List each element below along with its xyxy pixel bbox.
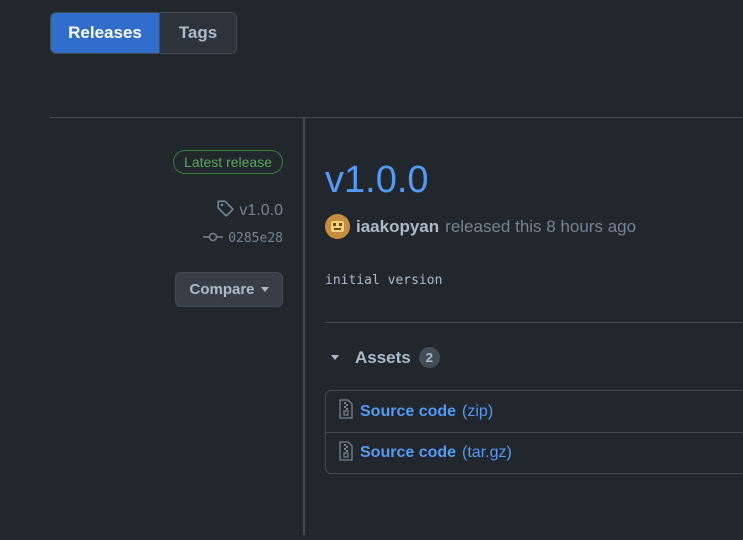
asset-list: Source code (zip) Source code (tar.gz) [325,390,743,474]
chevron-down-icon [260,287,269,292]
tab-tags[interactable]: Tags [159,13,236,53]
assets-toggle[interactable]: Assets 2 [325,345,440,370]
release-notes: initial version [325,273,443,288]
latest-release-label: Latest release [184,154,272,170]
latest-release-badge: Latest release [173,150,283,174]
assets-count-badge: 2 [418,347,440,368]
releases-tags-toggle: Releases Tags [50,12,237,54]
tag-link[interactable]: v1.0.0 [215,198,283,223]
file-zip-icon [338,440,354,466]
asset-source-targz[interactable]: Source code (tar.gz) [326,432,743,473]
commit-link[interactable]: 0285e28 [203,231,283,246]
asset-ext: (tar.gz) [462,444,512,461]
author-name[interactable]: iaakopyan [356,217,439,237]
tag-icon [215,198,235,223]
assets-divider [325,322,743,323]
released-timestamp: released this 8 hours ago [445,216,637,236]
asset-name: Source code [360,402,457,420]
compare-button[interactable]: Compare [175,272,283,307]
file-zip-icon [338,399,354,424]
commit-icon [203,231,224,246]
release-byline: iaakopyan released this 8 hours ago [325,214,636,239]
tab-releases[interactable]: Releases [51,13,159,53]
timeline-divider [303,118,305,535]
commit-sha: 0285e28 [228,231,283,246]
compare-label: Compare [189,281,255,298]
asset-source-zip[interactable]: Source code (zip) [326,391,743,432]
asset-ext: (zip) [462,402,494,420]
tag-name: v1.0.0 [239,201,283,219]
asset-name: Source code [360,444,457,461]
header-divider [50,117,743,118]
assets-label: Assets [355,347,411,367]
release-title[interactable]: v1.0.0 [325,156,429,204]
caret-down-icon [331,355,339,360]
avatar[interactable] [325,214,350,239]
